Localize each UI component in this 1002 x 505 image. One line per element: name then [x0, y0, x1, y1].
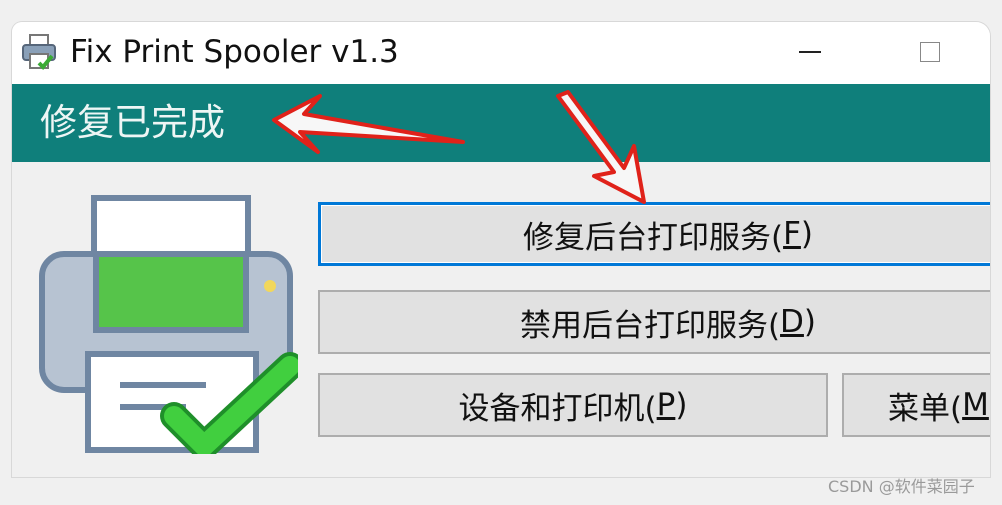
watermark-text: CSDN @软件菜园子 — [828, 477, 975, 496]
title-bar[interactable]: Fix Print Spooler v1.3 — [12, 22, 990, 84]
printer-icon — [22, 34, 56, 70]
status-text: 修复已完成 — [40, 101, 225, 144]
maximize-icon[interactable] — [907, 32, 953, 72]
status-banner: 修复已完成 — [12, 84, 990, 162]
menu-button[interactable]: 菜单(M — [842, 373, 990, 437]
disable-spooler-button[interactable]: 禁用后台打印服务(D) — [318, 290, 990, 354]
app-window: Fix Print Spooler v1.3 修复已完成 修复后台打印服务(F)… — [12, 22, 990, 477]
window-title: Fix Print Spooler v1.3 — [70, 34, 399, 70]
devices-printers-button[interactable]: 设备和打印机(P) — [318, 373, 828, 437]
printer-success-icon — [39, 195, 298, 454]
repair-spooler-button[interactable]: 修复后台打印服务(F) — [318, 202, 990, 266]
minimize-icon[interactable] — [787, 32, 833, 72]
